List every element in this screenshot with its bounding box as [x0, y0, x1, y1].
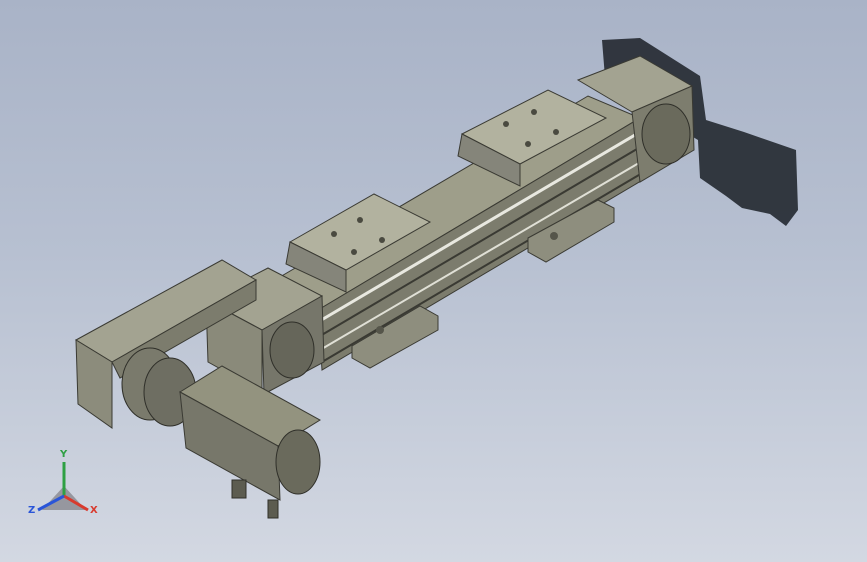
carriage-front-hole-1: [331, 231, 337, 237]
x-axis-label: X: [90, 505, 98, 516]
triad-graphic: [37, 462, 89, 512]
z-axis-label: Z: [28, 505, 36, 516]
y-axis-label: Y: [60, 449, 68, 460]
front-end-block-cover: [269, 321, 315, 379]
carriage-rear-hole-2: [531, 109, 537, 115]
servo-motor-endcap: [275, 429, 321, 495]
mounting-foot-rear-bolt: [550, 232, 558, 240]
carriage-front-hole-2: [357, 217, 363, 223]
linear-actuator-model[interactable]: [0, 0, 867, 562]
rear-end-cap-cover: [641, 103, 691, 165]
mounting-foot-front-bolt: [376, 326, 384, 334]
motor-cable-gland: [267, 499, 279, 519]
carriage-rear-hole-3: [553, 129, 559, 135]
cad-graphics-viewport[interactable]: Y X Z: [0, 0, 867, 562]
carriage-front-hole-3: [379, 237, 385, 243]
motor-connector: [231, 479, 247, 499]
carriage-rear-hole-1: [503, 121, 509, 127]
carriage-rear-hole-4: [525, 141, 531, 147]
carriage-front-hole-4: [351, 249, 357, 255]
coordinate-triad[interactable]: Y X Z: [24, 448, 104, 528]
